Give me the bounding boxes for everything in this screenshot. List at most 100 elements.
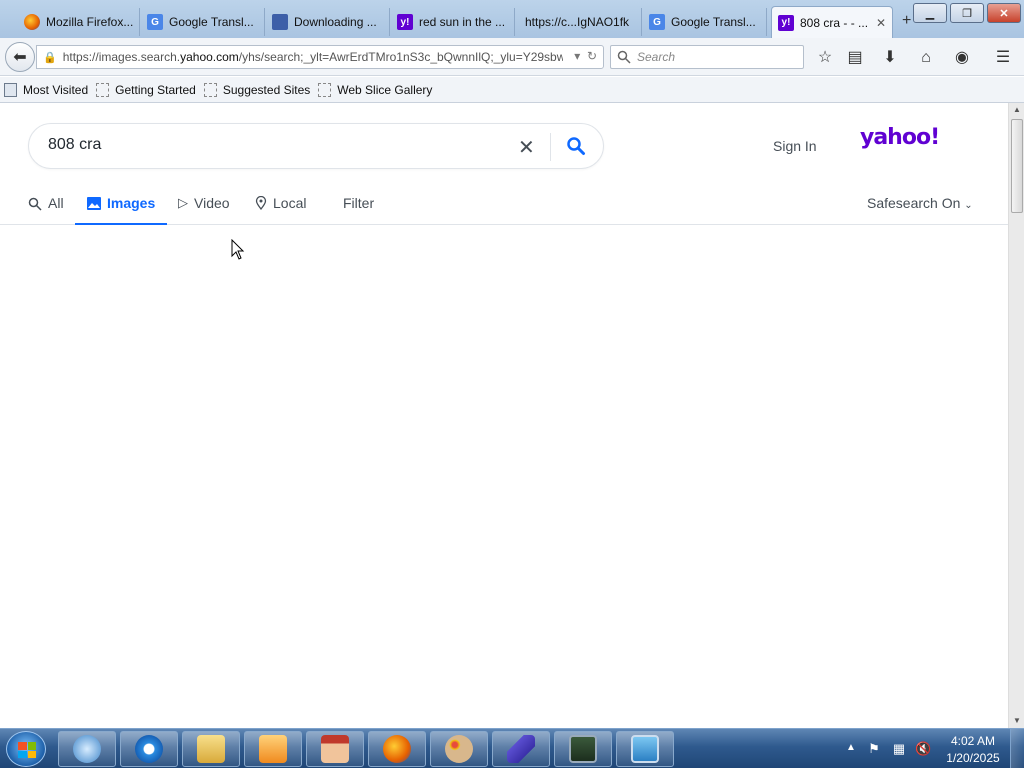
character-face-icon [321, 735, 349, 763]
document-icon [272, 14, 288, 30]
browser-search-box[interactable]: Search [610, 45, 804, 69]
tab-label: https://c...IgNAO1fk [525, 15, 630, 29]
firefox-icon [24, 14, 40, 30]
search-divider [550, 133, 551, 161]
close-window-button[interactable]: ✕ [987, 3, 1021, 23]
browser-tab-bar: Mozilla Firefox... G Google Transl... Do… [0, 0, 1024, 38]
new-tab-icon[interactable]: + [902, 12, 911, 30]
start-button[interactable] [6, 731, 46, 767]
bookmark-suggested-sites[interactable]: Suggested Sites [203, 82, 311, 97]
minimize-icon: ▁ [925, 7, 935, 20]
yahoo-icon: y! [778, 14, 794, 31]
taskbar-app-remote-desktop[interactable] [616, 731, 674, 767]
taskbar-app-globe[interactable] [58, 731, 116, 767]
close-icon: ✕ [999, 7, 1009, 20]
maximize-button[interactable]: ❐ [950, 3, 984, 23]
taskbar-app-character[interactable] [306, 731, 364, 767]
dropdown-arrow-icon[interactable]: ▾ [574, 49, 580, 63]
scroll-up-icon[interactable]: ▲ [1009, 103, 1024, 117]
tab-label: 808 cra - - ... [800, 15, 869, 30]
tab-label: Images [107, 195, 156, 211]
play-icon: ▷ [178, 195, 188, 210]
browser-tab-google-translate[interactable]: G Google Transl... [141, 8, 265, 36]
clock-date[interactable]: 1/20/2025 [940, 751, 1006, 765]
bookmark-most-visited[interactable]: Most Visited [4, 82, 88, 97]
image-icon [87, 197, 101, 210]
clear-icon[interactable]: ✕ [518, 135, 535, 160]
action-center-flag-icon[interactable]: ⚑ [866, 741, 882, 757]
address-bar[interactable]: 🔒 https://images.search.yahoo.com/yhs/se… [36, 45, 604, 69]
sign-in-link[interactable]: Sign In [773, 138, 817, 154]
bookmark-label: Suggested Sites [222, 82, 311, 97]
tab-video[interactable]: ▷ Video [178, 195, 230, 225]
safesearch-label: Safesearch On [867, 195, 961, 211]
tab-filter[interactable]: Filter [343, 195, 374, 225]
google-translate-icon: G [649, 14, 665, 30]
chat-icon[interactable]: ◉ [952, 48, 972, 68]
hamburger-menu-icon[interactable]: ☰ [993, 48, 1013, 68]
google-translate-icon: G [147, 14, 163, 30]
yahoo-logo[interactable]: yahoo! [860, 125, 940, 150]
safesearch-dropdown[interactable]: Safesearch On ⌄ [867, 195, 973, 211]
reload-icon[interactable]: ↻ [587, 49, 597, 63]
tab-label: Google Transl... [169, 15, 254, 29]
url-text: https://images.search.yahoo.com/yhs/sear… [62, 50, 563, 64]
browser-tab-red-sun[interactable]: y! red sun in the ... [391, 8, 515, 36]
yahoo-icon: y! [397, 14, 413, 30]
home-icon[interactable]: ⌂ [916, 48, 936, 68]
bookmark-star-icon[interactable]: ☆ [815, 48, 835, 68]
bookmark-page-icon [203, 82, 217, 97]
browser-tab-downloading[interactable]: Downloading ... [266, 8, 390, 36]
bookmark-getting-started[interactable]: Getting Started [96, 82, 196, 97]
network-icon[interactable]: ▦ [891, 741, 907, 757]
taskbar-app-explorer[interactable] [182, 731, 240, 767]
fish-icon [507, 735, 535, 763]
arrow-left-icon: ⬅ [13, 49, 27, 66]
monitor-chart-icon [569, 735, 597, 763]
taskbar-app-task-manager[interactable] [554, 731, 612, 767]
taskbar-app-ie[interactable] [120, 731, 178, 767]
clock-time[interactable]: 4:02 AM [940, 734, 1006, 748]
restore-icon: ❐ [962, 7, 972, 20]
volume-muted-icon[interactable]: 🔇 [915, 741, 931, 757]
download-icon[interactable]: ⬇ [880, 48, 900, 68]
folder-icon [197, 735, 225, 763]
browser-tab-google-translate-2[interactable]: G Google Transl... [643, 8, 767, 36]
tab-label: All [48, 195, 64, 211]
bookmark-web-slice-gallery[interactable]: Web Slice Gallery [318, 82, 433, 97]
browser-tab-url[interactable]: https://c...IgNAO1fk [516, 8, 642, 36]
tab-label: red sun in the ... [419, 15, 506, 29]
taskbar-app-paint[interactable] [430, 731, 488, 767]
browser-tab-firefox[interactable]: Mozilla Firefox... [18, 8, 140, 36]
tab-local[interactable]: Local [255, 195, 306, 225]
bookmark-page-icon [96, 82, 110, 97]
taskbar-app-firefox[interactable] [368, 731, 426, 767]
globe-icon [73, 735, 101, 763]
search-placeholder: Search [637, 50, 676, 64]
scroll-down-icon[interactable]: ▼ [1009, 714, 1024, 728]
search-icon [28, 197, 42, 211]
close-tab-icon[interactable]: ✕ [868, 16, 886, 30]
show-hidden-icons[interactable]: ▲ [846, 742, 856, 753]
bookmark-label: Web Slice Gallery [337, 82, 433, 97]
url-controls: ▾ ↻ [574, 49, 597, 63]
show-desktop-button[interactable] [1010, 729, 1024, 768]
reading-list-icon[interactable]: ▤ [845, 48, 865, 68]
browser-tab-active[interactable]: y! 808 cra - - ... ✕ [771, 6, 893, 38]
tab-images[interactable]: Images [74, 195, 168, 225]
page-scrollbar[interactable]: ▲ ▼ [1008, 103, 1024, 728]
back-button[interactable]: ⬅ [5, 42, 35, 72]
tab-label: Video [194, 195, 230, 211]
tab-label: Downloading ... [294, 15, 377, 29]
minimize-button[interactable]: ▁ [913, 3, 947, 23]
scroll-thumb[interactable] [1011, 119, 1023, 213]
yahoo-search-input[interactable] [48, 136, 508, 154]
media-player-icon [259, 735, 287, 763]
taskbar-app-media-player[interactable] [244, 731, 302, 767]
tab-label: Mozilla Firefox... [46, 15, 134, 29]
taskbar-app-fish[interactable] [492, 731, 550, 767]
search-icon [617, 50, 631, 64]
tab-all[interactable]: All [28, 195, 64, 225]
yahoo-search-box: ✕ [28, 123, 604, 169]
search-icon[interactable] [566, 136, 586, 156]
